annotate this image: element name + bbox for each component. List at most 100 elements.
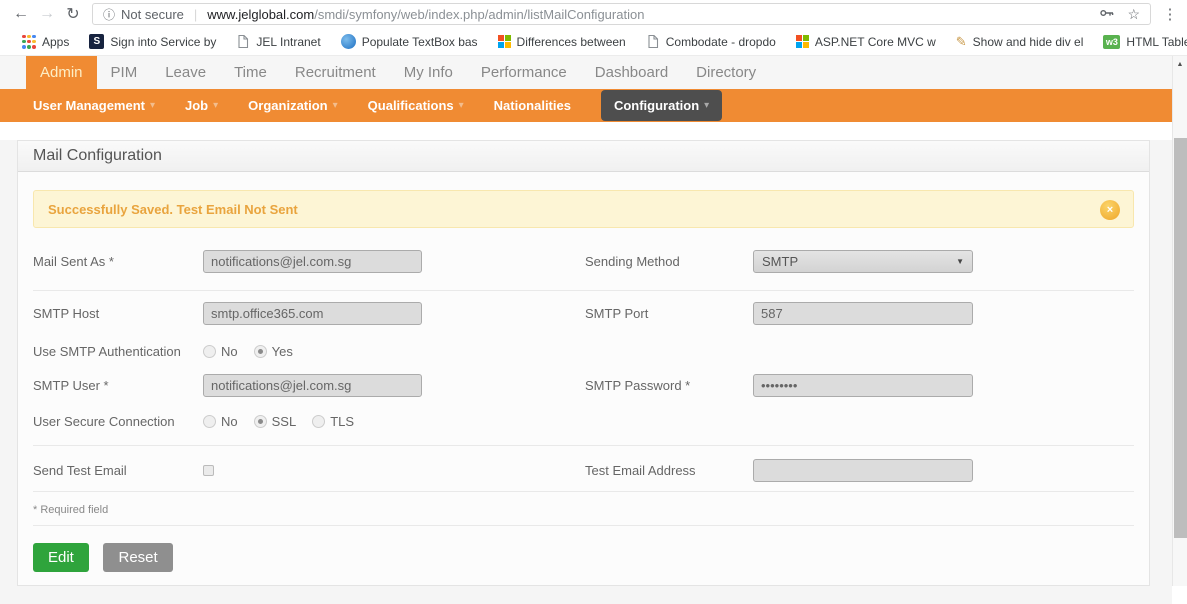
scroll-up-icon[interactable]: ▲ [1173, 61, 1187, 68]
tab-time[interactable]: Time [220, 56, 281, 89]
tab-leave[interactable]: Leave [151, 56, 220, 89]
content-area: Mail Configuration Successfully Saved. T… [0, 140, 1172, 604]
chevron-down-icon: ▾ [333, 100, 338, 111]
blue-circle-icon [341, 34, 356, 49]
divider [33, 445, 1134, 446]
smtp-auth-no-radio[interactable] [203, 345, 216, 358]
key-icon[interactable] [1099, 5, 1115, 24]
bookmark-label: Differences between [517, 35, 626, 49]
microsoft-icon [498, 35, 511, 48]
bookmarks-bar: Apps S Sign into Service by JEL Intranet… [0, 28, 1187, 56]
chevron-down-icon: ▾ [150, 100, 155, 111]
test-email-address-input[interactable] [753, 459, 973, 482]
secure-no-label: No [221, 414, 238, 429]
bookmark-item[interactable]: w3 HTML Tables [1093, 35, 1187, 49]
apps-label: Apps [42, 35, 69, 49]
submenu-configuration[interactable]: Configuration ▾ [601, 90, 722, 121]
secure-no-radio[interactable] [203, 415, 216, 428]
smtp-port-input[interactable] [753, 302, 973, 325]
bookmark-label: Sign into Service by [110, 35, 216, 49]
smtp-host-label: SMTP Host [33, 306, 203, 321]
smtp-host-input[interactable] [203, 302, 422, 325]
smtp-password-input[interactable] [753, 374, 973, 397]
sending-method-value: SMTP [762, 254, 798, 269]
browser-menu-icon[interactable]: ⋮ [1161, 5, 1179, 23]
apps-shortcut[interactable]: Apps [12, 35, 79, 49]
smtp-user-input[interactable] [203, 374, 422, 397]
sending-method-label: Sending Method [585, 254, 753, 269]
tab-performance[interactable]: Performance [467, 56, 581, 89]
info-icon[interactable]: ⓘ [103, 6, 115, 23]
bookmark-label: JEL Intranet [256, 35, 320, 49]
security-status: Not secure [121, 7, 184, 22]
main-nav: Admin PIM Leave Time Recruitment My Info… [0, 56, 1172, 89]
browser-toolbar: ← → ↻ ⓘ Not secure | www.jelglobal.com/s… [0, 0, 1187, 28]
reload-icon[interactable]: ↻ [60, 4, 86, 24]
bookmark-item[interactable]: Differences between [488, 35, 636, 49]
back-icon[interactable]: ← [8, 5, 34, 23]
omnibox-divider: | [194, 7, 197, 22]
reset-button[interactable]: Reset [103, 543, 172, 572]
submenu-label: Configuration [614, 98, 699, 113]
tab-my-info[interactable]: My Info [390, 56, 467, 89]
service-favicon-icon: S [89, 34, 104, 49]
submenu-user-management[interactable]: User Management ▾ [33, 98, 155, 113]
url-path: /smdi/symfony/web/index.php/admin/listMa… [314, 7, 644, 22]
pencil-icon: ✎ [956, 34, 967, 50]
smtp-port-label: SMTP Port [585, 306, 753, 321]
bookmark-item[interactable]: Combodate - dropdo [636, 34, 786, 49]
smtp-auth-no-label: No [221, 344, 238, 359]
page-viewport: Admin PIM Leave Time Recruitment My Info… [0, 56, 1187, 586]
admin-submenu: User Management ▾ Job ▾ Organization ▾ Q… [0, 89, 1172, 122]
bookmark-item[interactable]: ASP.NET Core MVC w [786, 35, 946, 49]
address-bar[interactable]: ⓘ Not secure | www.jelglobal.com/smdi/sy… [92, 3, 1151, 25]
success-message: Successfully Saved. Test Email Not Sent [48, 202, 298, 217]
mail-sent-as-label: Mail Sent As * [33, 254, 203, 269]
divider [33, 290, 1134, 291]
sending-method-select[interactable]: SMTP ▼ [753, 250, 973, 273]
bookmark-item[interactable]: S Sign into Service by [79, 34, 226, 49]
scrollbar-thumb[interactable] [1174, 138, 1187, 538]
page-icon [646, 34, 660, 49]
page-icon [236, 34, 250, 49]
submenu-qualifications[interactable]: Qualifications ▾ [368, 98, 464, 113]
smtp-auth-yes-label: Yes [272, 344, 293, 359]
tab-dashboard[interactable]: Dashboard [581, 56, 682, 89]
submenu-job[interactable]: Job ▾ [185, 98, 218, 113]
bookmark-label: ASP.NET Core MVC w [815, 35, 936, 49]
bookmark-item[interactable]: ✎ Show and hide div el [946, 34, 1094, 50]
send-test-email-label: Send Test Email [33, 463, 203, 478]
divider [33, 525, 1134, 526]
bookmark-item[interactable]: JEL Intranet [226, 34, 330, 49]
bookmark-item[interactable]: Populate TextBox bas [331, 34, 488, 49]
tab-recruitment[interactable]: Recruitment [281, 56, 390, 89]
send-test-email-checkbox[interactable] [203, 465, 214, 476]
submenu-organization[interactable]: Organization ▾ [248, 98, 337, 113]
secure-ssl-radio[interactable] [254, 415, 267, 428]
tab-directory[interactable]: Directory [682, 56, 770, 89]
submenu-label: User Management [33, 98, 145, 113]
forward-icon[interactable]: → [34, 5, 60, 23]
success-banner: Successfully Saved. Test Email Not Sent … [33, 190, 1134, 228]
bookmark-star-icon[interactable]: ☆ [1127, 6, 1140, 23]
tab-admin[interactable]: Admin [26, 56, 97, 89]
bookmark-label: HTML Tables [1126, 35, 1187, 49]
select-arrow-icon: ▼ [956, 257, 964, 266]
page-scrollbar[interactable]: ▲ [1172, 56, 1187, 586]
mail-sent-as-input[interactable] [203, 250, 422, 273]
secure-tls-radio[interactable] [312, 415, 325, 428]
smtp-auth-label: Use SMTP Authentication [33, 344, 203, 359]
bookmark-label: Combodate - dropdo [666, 35, 776, 49]
chevron-down-icon: ▾ [704, 100, 709, 111]
submenu-nationalities[interactable]: Nationalities [494, 98, 571, 113]
submenu-label: Organization [248, 98, 327, 113]
submenu-label: Job [185, 98, 208, 113]
close-icon[interactable]: × [1100, 200, 1120, 220]
smtp-auth-yes-radio[interactable] [254, 345, 267, 358]
test-email-address-label: Test Email Address [585, 463, 753, 478]
smtp-user-label: SMTP User * [33, 378, 203, 393]
tab-pim[interactable]: PIM [97, 56, 152, 89]
secure-connection-label: User Secure Connection [33, 414, 203, 429]
submenu-label: Qualifications [368, 98, 454, 113]
edit-button[interactable]: Edit [33, 543, 89, 572]
